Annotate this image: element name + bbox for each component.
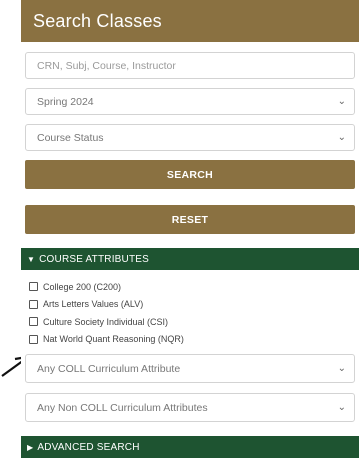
advanced-search-toggle[interactable]: ▶ ADVANCED SEARCH — [21, 436, 359, 458]
term-select[interactable]: Spring 2024 ⌄ — [25, 88, 355, 115]
advanced-search-title: ADVANCED SEARCH — [37, 441, 140, 453]
attribute-label: Nat World Quant Reasoning (NQR) — [43, 334, 184, 345]
search-form: Spring 2024 ⌄ Course Status ⌄ SEARCH RES… — [21, 42, 359, 234]
search-button[interactable]: SEARCH — [25, 160, 355, 189]
course-status-select[interactable]: Course Status ⌄ — [25, 124, 355, 151]
chevron-down-icon: ⌄ — [337, 363, 346, 374]
panel-title: Search Classes — [21, 0, 359, 42]
search-classes-panel: Search Classes Spring 2024 ⌄ Course Stat… — [21, 0, 359, 464]
attribute-checkbox[interactable] — [29, 317, 38, 327]
non-coll-curriculum-select[interactable]: Any Non COLL Curriculum Attributes ⌄ — [25, 393, 355, 422]
non-coll-curriculum-select-value: Any Non COLL Curriculum Attributes — [37, 401, 208, 414]
attribute-item[interactable]: College 200 (C200) — [29, 278, 359, 296]
curriculum-selects: Any COLL Curriculum Attribute ⌄ Any Non … — [21, 348, 359, 422]
chevron-down-icon: ⌄ — [337, 402, 346, 413]
chevron-down-icon: ⌄ — [337, 132, 346, 143]
chevron-down-icon: ⌄ — [337, 96, 346, 107]
reset-button[interactable]: RESET — [25, 205, 355, 234]
attribute-item[interactable]: Arts Letters Values (ALV) — [29, 296, 359, 314]
attribute-checkbox[interactable] — [29, 299, 38, 309]
coll-curriculum-select[interactable]: Any COLL Curriculum Attribute ⌄ — [25, 354, 355, 383]
course-attributes-list: College 200 (C200) Arts Letters Values (… — [21, 270, 359, 348]
caret-down-icon: ▼ — [27, 254, 36, 264]
attribute-checkbox[interactable] — [29, 334, 38, 344]
coll-curriculum-select-value: Any COLL Curriculum Attribute — [37, 362, 181, 375]
attribute-label: Arts Letters Values (ALV) — [43, 299, 144, 310]
term-select-value: Spring 2024 — [37, 95, 94, 108]
search-input[interactable] — [25, 52, 355, 79]
caret-right-icon: ▶ — [27, 442, 34, 452]
attribute-label: Culture Society Individual (CSI) — [43, 316, 169, 327]
attribute-item[interactable]: Nat World Quant Reasoning (NQR) — [29, 331, 359, 349]
course-status-select-value: Course Status — [37, 131, 104, 144]
attribute-item[interactable]: Culture Society Individual (CSI) — [29, 313, 359, 331]
course-attributes-toggle[interactable]: ▼ COURSE ATTRIBUTES — [21, 248, 359, 270]
course-attributes-title: COURSE ATTRIBUTES — [39, 253, 150, 265]
attribute-checkbox[interactable] — [29, 282, 38, 292]
attribute-label: College 200 (C200) — [43, 281, 122, 292]
